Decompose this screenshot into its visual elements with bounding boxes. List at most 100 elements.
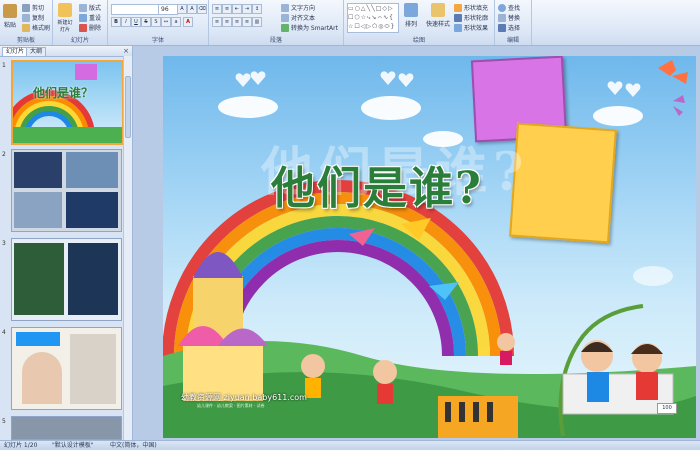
- font-size-combo[interactable]: 96: [158, 4, 178, 15]
- tab-slides[interactable]: 幻灯片: [2, 47, 29, 56]
- grow-font-icon[interactable]: A: [177, 4, 187, 14]
- font-color-icon[interactable]: A: [183, 17, 193, 27]
- bold-icon[interactable]: B: [111, 17, 121, 27]
- cursor-icon: [498, 23, 506, 32]
- effects-icon: [454, 23, 462, 32]
- slide-thumbnail-3[interactable]: [11, 238, 122, 321]
- find-button[interactable]: 查找: [498, 3, 520, 12]
- replace-button[interactable]: 替换: [498, 13, 520, 22]
- shapes-gallery[interactable]: ▭○△╲╲□◇▷ ☐⬡☆⤷↘⌒∿{☆☐◁▷⬠◎⬭}: [347, 3, 399, 33]
- slides-panel: 幻灯片 大纲 × 1 他们是谁？ 2 3 4 5: [0, 46, 133, 440]
- shrink-font-icon[interactable]: A: [187, 4, 197, 14]
- copy-button[interactable]: 复制: [22, 13, 44, 22]
- heart-icon: [235, 73, 251, 87]
- smartart-icon: [281, 23, 289, 32]
- numbering-icon[interactable]: ≡: [222, 4, 232, 14]
- underline-icon[interactable]: U: [131, 17, 141, 27]
- photo-patient: [22, 352, 62, 404]
- slides-label: 幻灯片: [70, 37, 89, 44]
- slide-editor: 他们是谁? 他们是谁? 幼教资源网 ziyuan.baby611.com 幼儿课…: [133, 46, 700, 440]
- photo-soldier: [14, 243, 64, 315]
- replace-icon: [498, 13, 506, 22]
- drawing-label: 绘图: [412, 37, 425, 44]
- arrange-button[interactable]: 排列: [401, 3, 421, 28]
- scrollbar-thumb[interactable]: [125, 76, 131, 138]
- columns-icon[interactable]: ▥: [252, 17, 262, 27]
- heart-icon: [625, 83, 641, 97]
- new-slide-button[interactable]: 新建幻灯片: [56, 3, 74, 33]
- paragraph-label: 段落: [269, 37, 282, 44]
- slides-group: 新建幻灯片 版式 重设 删除 幻灯片: [53, 0, 108, 45]
- strikethrough-icon[interactable]: S: [141, 17, 151, 27]
- slide-thumbnail-1[interactable]: 他们是谁？: [11, 60, 124, 145]
- photo-doctor: [70, 334, 116, 404]
- paste-button[interactable]: 粘贴: [3, 4, 17, 29]
- quick-styles-button[interactable]: 快速样式: [426, 3, 450, 28]
- delete-button[interactable]: 删除: [79, 23, 101, 32]
- tab-outline[interactable]: 大纲: [26, 47, 47, 56]
- layout-icon: [79, 3, 87, 12]
- align-text-button[interactable]: 对齐文本: [281, 13, 315, 22]
- arrange-icon: [404, 3, 418, 17]
- align-left-icon[interactable]: ≡: [212, 17, 222, 27]
- font-label: 字体: [151, 37, 164, 44]
- shape-fill-button[interactable]: 形状填充: [454, 3, 488, 12]
- watermark-sub: 幼儿课件 · 幼儿教案 · 图片素材 · 试卷: [197, 403, 265, 408]
- clear-format-icon[interactable]: ⌫: [197, 4, 207, 14]
- text-direction-icon: [281, 3, 289, 12]
- align-center-icon[interactable]: ≡: [222, 17, 232, 27]
- panel-scrollbar[interactable]: [123, 56, 132, 440]
- pink-sign-thumb: [75, 64, 97, 80]
- slide-title[interactable]: 他们是谁?: [271, 152, 483, 216]
- font-group: 96 A A ⌫ B I U S S ↔ a A 字体: [108, 0, 209, 45]
- close-panel-icon[interactable]: ×: [123, 46, 129, 56]
- clipboard-label: 剪贴板: [16, 37, 35, 44]
- text-direction-button[interactable]: 文字方向: [281, 3, 315, 12]
- select-button[interactable]: 选择: [498, 23, 520, 32]
- smartart-button[interactable]: 转换为 SmartArt: [281, 23, 338, 32]
- decrease-indent-icon[interactable]: ⇤: [232, 4, 242, 14]
- italic-icon[interactable]: I: [121, 17, 131, 27]
- char-spacing-icon[interactable]: ↔: [161, 17, 171, 27]
- slide-thumbnail-2[interactable]: [11, 149, 122, 232]
- paragraph-group: ≡ ≡ ⇤ ⇥ ↕ ≡ ≡ ≡ ≡ ▥ 文字方向 对齐文本 转换为 SmartA…: [209, 0, 344, 45]
- photo-police: [14, 152, 62, 188]
- bench-sign: 100: [657, 403, 677, 414]
- align-right-icon[interactable]: ≡: [232, 17, 242, 27]
- line-spacing-icon[interactable]: ↕: [252, 4, 262, 14]
- thumb-number: 4: [2, 329, 6, 336]
- reset-icon: [79, 13, 87, 22]
- bullets-icon[interactable]: ≡: [212, 4, 222, 14]
- slide-thumbnail-5[interactable]: [11, 416, 122, 440]
- watermark: 幼教资源网 ziyuan.baby611.com: [181, 393, 307, 402]
- decoration-layer: [163, 60, 696, 438]
- shape-effects-button[interactable]: 形状效果: [454, 23, 488, 32]
- butterfly-icon: [658, 60, 688, 84]
- increase-indent-icon[interactable]: ⇥: [242, 4, 252, 14]
- heart-icon: [380, 71, 396, 85]
- change-case-icon[interactable]: a: [171, 17, 181, 27]
- cut-button[interactable]: 剪切: [22, 3, 44, 12]
- ribbon: 粘贴 剪切 复制 格式刷 剪贴板 新建幻灯片 版式 重设 删除 幻灯片 96 A…: [0, 0, 700, 46]
- photo-officer: [68, 243, 118, 315]
- drawing-group: ▭○△╲╲□◇▷ ☐⬡☆⤷↘⌒∿{☆☐◁▷⬠◎⬭} 排列 快速样式 形状填充 形状…: [344, 0, 495, 45]
- clipboard-group: 粘贴 剪切 复制 格式刷 剪贴板: [0, 0, 53, 45]
- thumb-title: 他们是谁？: [33, 86, 94, 100]
- layout-button[interactable]: 版式: [79, 3, 101, 12]
- shape-outline-button[interactable]: 形状轮廓: [454, 13, 488, 22]
- photo-uniform: [14, 192, 62, 228]
- font-name-combo[interactable]: [111, 4, 159, 15]
- justify-icon[interactable]: ≡: [242, 17, 252, 27]
- delete-icon: [79, 23, 87, 32]
- reset-button[interactable]: 重设: [79, 13, 101, 22]
- grass-thumb: [13, 127, 122, 143]
- slide-canvas[interactable]: 他们是谁? 他们是谁? 幼教资源网 ziyuan.baby611.com 幼儿课…: [163, 56, 696, 438]
- paint-bucket-icon: [454, 3, 462, 12]
- panel-tabs: 幻灯片 大纲 ×: [0, 46, 132, 57]
- copy-icon: [22, 13, 30, 22]
- format-painter-button[interactable]: 格式刷: [22, 23, 50, 32]
- heart-icon: [398, 73, 414, 87]
- slide-thumbnail-4[interactable]: [11, 327, 122, 410]
- pen-icon: [454, 13, 462, 22]
- shadow-icon[interactable]: S: [151, 17, 161, 27]
